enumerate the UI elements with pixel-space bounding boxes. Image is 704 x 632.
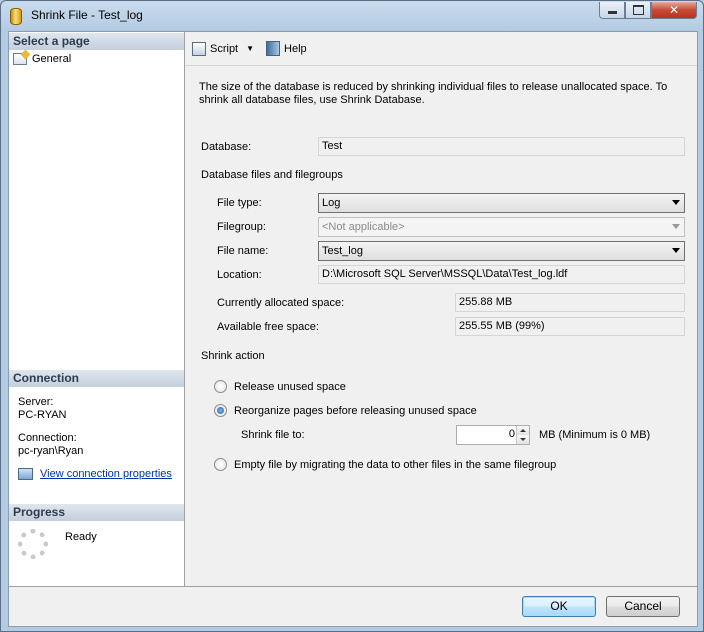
script-button[interactable]: Script ▼ [192,41,254,56]
script-label: Script [210,42,239,55]
shrink-file-to-unit: MB (Minimum is 0 MB) [539,429,651,441]
release-unused-space-radio[interactable] [214,380,227,393]
file-name-select[interactable]: Test_log [318,241,685,261]
progress-spinner-icon [18,529,48,559]
dialog-content: Select a page General Connection Server:… [8,31,698,627]
left-panel: Select a page General Connection Server:… [9,32,185,586]
location-field: D:\Microsoft SQL Server\MSSQL\Data\Test_… [318,265,685,284]
help-label: Help [284,42,307,55]
empty-file-option[interactable]: Empty file by migrating the data to othe… [214,458,556,471]
free-space-label: Available free space: [217,321,319,333]
release-unused-space-option[interactable]: Release unused space [214,380,346,393]
connection-value: pc-ryan\Ryan [18,445,84,457]
connection-label: Connection: [18,432,77,444]
file-name-value: Test_log [322,245,363,257]
view-connection-properties[interactable]: View connection properties [18,468,172,480]
page-item-label: General [32,53,72,65]
connection-header: Connection [9,370,184,387]
reorganize-pages-radio[interactable] [214,404,227,417]
reorganize-pages-option[interactable]: Reorganize pages before releasing unused… [214,404,477,417]
shrink-action-label: Shrink action [201,350,265,362]
location-label: Location: [217,269,262,281]
stepper-down-button[interactable] [517,435,529,444]
page-icon [13,53,27,65]
maximize-icon [632,5,644,15]
shrink-file-to-value[interactable]: 0 [509,428,515,440]
stepper-up-button[interactable] [517,426,529,435]
file-name-label: File name: [217,245,269,257]
filegroup-label: Filegroup: [217,221,266,233]
window-controls: ✕ [599,2,697,19]
connection-properties-icon [18,468,33,480]
empty-file-label: Empty file by migrating the data to othe… [234,458,557,471]
help-button[interactable]: Help [266,41,307,56]
progress-status: Ready [65,531,97,543]
filegroup-value: <Not applicable> [322,221,405,233]
maximize-button[interactable] [625,2,651,19]
file-type-value: Log [322,197,341,209]
progress-area: Ready [18,529,97,559]
view-connection-properties-link[interactable]: View connection properties [40,468,172,480]
chevron-down-icon[interactable]: ▼ [246,44,254,53]
allocated-space-field: 255.88 MB [455,293,685,312]
allocated-space-label: Currently allocated space: [217,297,345,309]
close-icon: ✕ [668,3,680,17]
free-space-field: 255.55 MB (99%) [455,317,685,336]
filegroup-select: <Not applicable> [318,217,685,237]
server-value: PC-RYAN [18,409,67,421]
release-unused-space-label: Release unused space [234,380,346,393]
file-type-select[interactable]: Log [318,193,685,213]
progress-header: Progress [9,504,184,521]
chevron-down-icon [672,248,680,253]
files-section-label: Database files and filegroups [201,169,343,181]
server-label: Server: [18,396,54,408]
database-field: Test [318,137,685,156]
toolbar: Script ▼ Help [185,32,697,66]
reorganize-pages-label: Reorganize pages before releasing unused… [234,404,477,417]
select-page-header: Select a page [9,33,184,50]
database-label: Database: [201,141,252,153]
description-text: The size of the database is reduced by s… [199,81,668,106]
minimize-icon [607,11,617,14]
close-button[interactable]: ✕ [651,2,697,19]
minimize-button[interactable] [599,2,625,19]
chevron-up-icon [520,429,526,432]
database-icon [10,8,22,25]
file-type-label: File type: [217,197,262,209]
page-item-general[interactable]: General [13,51,71,67]
empty-file-radio[interactable] [214,458,227,471]
chevron-down-icon [672,200,680,205]
shrink-file-dialog: Shrink File - Test_log ✕ Select a page G… [0,0,704,632]
window-title: Shrink File - Test_log [31,8,143,22]
dialog-footer: OK Cancel [9,586,697,626]
shrink-file-to-stepper[interactable]: 0 [456,425,530,445]
title-bar[interactable]: Shrink File - Test_log ✕ [1,1,703,31]
ok-button[interactable]: OK [522,596,596,617]
right-panel: Script ▼ Help The size of the database i… [185,32,697,586]
chevron-down-icon [672,224,680,229]
chevron-down-icon [520,438,526,441]
shrink-file-to-label: Shrink file to: [241,429,305,441]
cancel-button[interactable]: Cancel [606,596,680,617]
script-icon [192,41,206,56]
stepper-buttons [516,426,529,444]
help-icon [266,41,281,56]
